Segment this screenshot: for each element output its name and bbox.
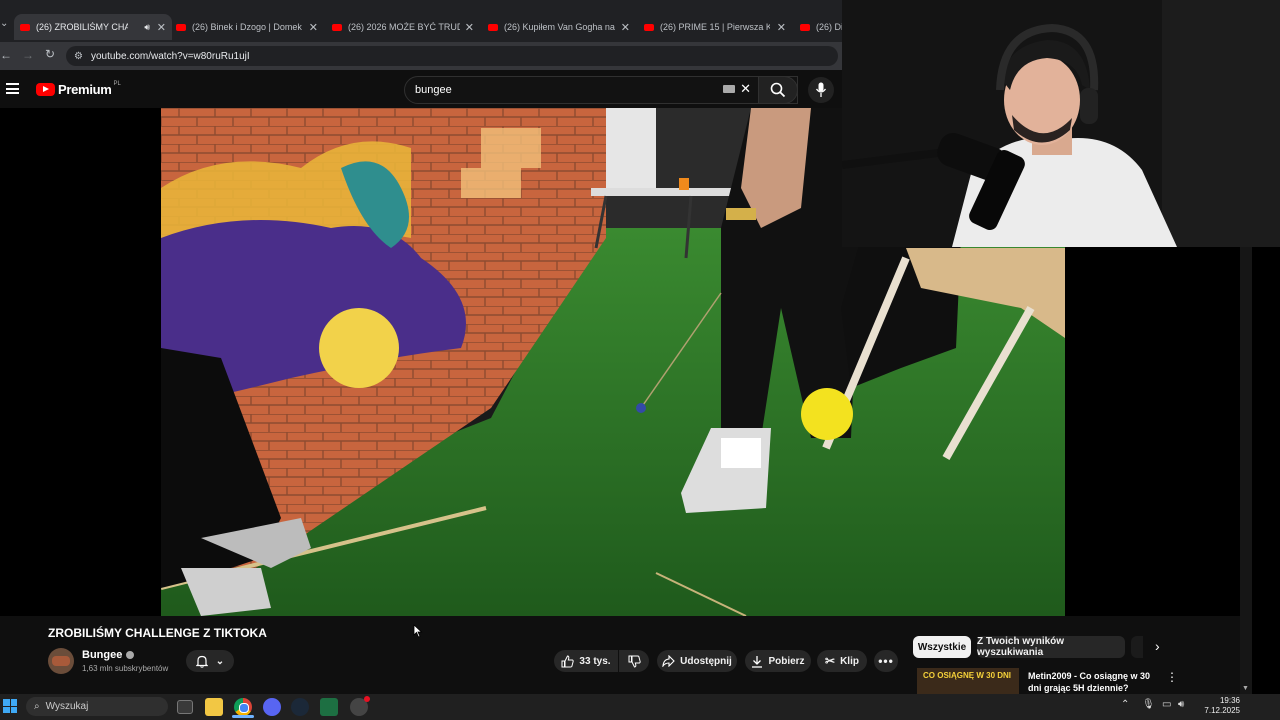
scroll-down-icon[interactable]: ▼ [1242,685,1249,692]
youtube-favicon-icon [20,23,30,31]
windows-start-icon[interactable] [3,699,17,713]
search-button[interactable] [758,76,798,104]
search-icon [770,82,786,98]
dislike-button[interactable] [619,650,649,672]
thumbs-down-icon [628,655,641,668]
reload-icon[interactable]: ↻ [45,47,55,61]
tab-search-icon[interactable]: ⌄ [0,18,8,29]
network-icon[interactable]: ▭ [1162,699,1171,710]
scissors-icon: ✂ [825,654,836,668]
channel-name[interactable]: Bungee [82,649,135,661]
mouse-cursor-icon [413,624,423,638]
channel-avatar[interactable] [48,648,74,674]
subscriber-count: 1,63 mln subskrybentów [82,664,169,673]
chip-overflow [1131,636,1143,658]
download-icon [752,655,763,668]
youtube-favicon-icon [176,23,186,31]
browser-tab[interactable]: (26) Kupiłem Van Gogha na Ch ✕ [488,14,630,40]
file-explorer-icon[interactable] [205,698,223,716]
search-icon: ⌕ [34,701,40,712]
share-button[interactable]: Udostępnij [657,650,737,672]
download-button[interactable]: Pobierz [745,650,811,672]
webcam-image [842,0,1280,247]
recommended-title[interactable]: Metin2009 - Co osiągnę w 30 dni grając 5… [1028,670,1156,694]
youtube-favicon-icon [332,23,342,31]
chevron-right-icon[interactable]: › [1155,638,1160,654]
browser-tab[interactable]: (26) 2026 MOŻE BYĆ TRUDNY ✕ [332,14,474,40]
browser-tab[interactable]: (26) PRIME 15 | Pierwsza KONF ✕ [644,14,786,40]
url-text: youtube.com/watch?v=w80ruRu1ujI [90,50,250,62]
discord-icon[interactable] [263,698,281,716]
page-scrollbar[interactable]: ▼ [1240,247,1252,694]
chevron-down-icon: ⌄ [215,655,225,667]
youtube-favicon-icon [488,23,498,31]
tray-chevron-icon[interactable]: ⌃ [1121,699,1129,710]
youtube-favicon-icon [800,23,810,31]
verified-icon [126,651,135,659]
excel-icon[interactable] [320,698,338,716]
url-field[interactable]: ⚙ youtube.com/watch?v=w80ruRu1ujI [66,46,838,66]
forward-icon[interactable]: → [22,48,34,62]
keyboard-icon[interactable] [723,85,735,93]
menu-icon[interactable] [6,83,19,94]
youtube-logo[interactable]: Premium PL [36,80,121,98]
close-tab-icon[interactable]: ✕ [777,21,786,34]
more-vertical-icon[interactable]: ⋮ [1166,670,1178,684]
chip-all[interactable]: Wszystkie [913,636,971,658]
youtube-favicon-icon [644,23,654,31]
thumbs-up-icon [561,654,575,667]
share-icon [662,655,675,667]
speaker-icon: 🔊︎ [144,21,150,32]
steam-icon[interactable] [291,698,309,716]
close-tab-icon[interactable]: ✕ [157,21,166,34]
clock[interactable]: 19:36 7.12.2025 [1196,696,1240,716]
clear-search-icon[interactable]: ✕ [740,81,751,97]
search-input[interactable]: bungee ✕ [404,76,798,104]
subscription-bell-button[interactable]: ⌄ [186,650,234,672]
browser-tab[interactable]: (26) Dia [800,14,842,40]
app-icon[interactable] [350,696,370,716]
volume-icon[interactable]: 🔊︎ [1178,699,1184,710]
webcam-overlay [842,0,1280,247]
like-button[interactable]: 33 tys. [554,650,618,672]
site-info-icon[interactable]: ⚙ [74,51,83,62]
microphone-icon [815,82,827,97]
close-tab-icon[interactable]: ✕ [465,21,474,34]
browser-tab[interactable]: (26) Binek i Dzogo | Domek dla ✕ [176,14,318,40]
more-horizontal-icon: ••• [878,654,894,668]
youtube-play-icon [36,82,55,96]
chrome-icon[interactable] [234,698,252,716]
browser-tab-strip: ⌄ (26) ZROBILIŚMY CHALLENGE Z TIKTOKA 🔊︎… [0,0,842,42]
clip-button[interactable]: ✂ Klip [817,650,867,672]
taskbar-search[interactable]: ⌕ Wyszukaj [26,697,168,716]
video-title: ZROBILIŚMY CHALLENGE Z TIKTOKA [48,626,267,640]
active-app-indicator [232,715,254,718]
close-tab-icon[interactable]: ✕ [309,21,318,34]
voice-search-button[interactable] [808,77,834,103]
close-tab-icon[interactable]: ✕ [621,21,630,34]
back-icon[interactable]: ← [0,48,12,62]
microphone-tray-icon[interactable]: 🎙︎ [1142,699,1155,710]
more-actions-button[interactable]: ••• [874,650,898,672]
chip-from-search[interactable]: Z Twoich wyników wyszukiwania [977,636,1125,658]
task-view-icon[interactable] [177,700,193,714]
browser-tab[interactable]: (26) ZROBILIŚMY CHALLENGE Z TIKTOKA 🔊︎ ✕ [14,14,172,40]
bell-icon [195,655,208,668]
recommended-thumbnail[interactable]: CO OSIĄGNĘ W 30 DNI [917,668,1019,694]
